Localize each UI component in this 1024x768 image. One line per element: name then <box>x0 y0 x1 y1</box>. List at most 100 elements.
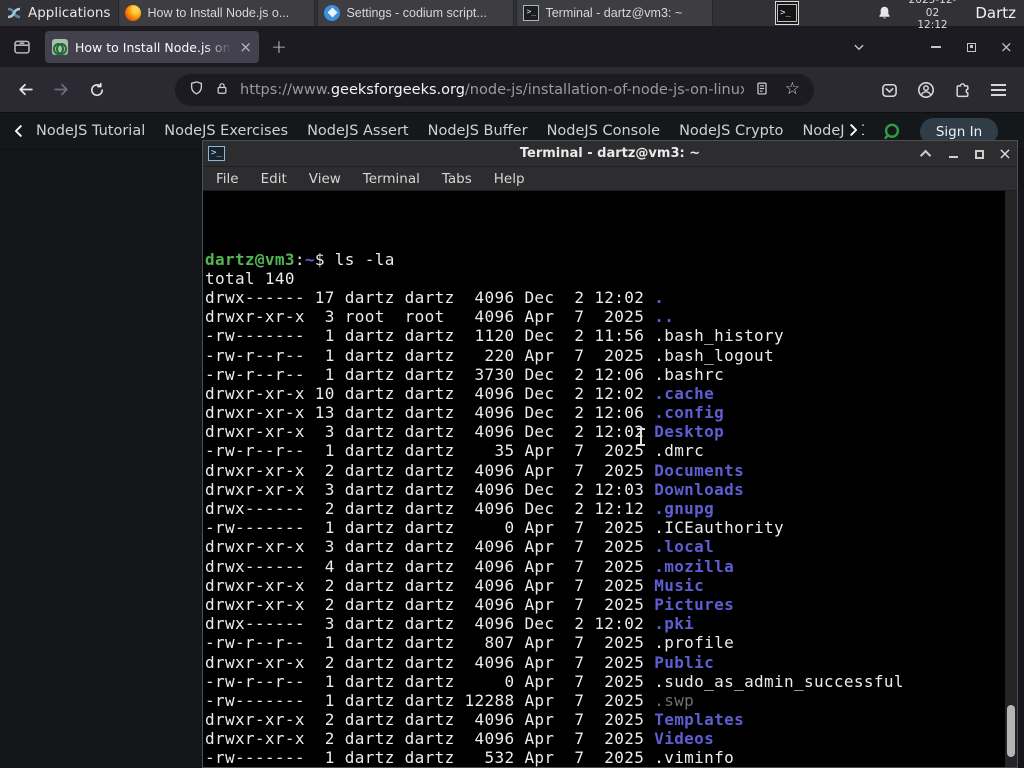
terminal-menu-item[interactable]: View <box>298 171 352 187</box>
terminal-menu-item[interactable]: Help <box>483 171 536 187</box>
geeksforgeeks-favicon <box>52 39 68 55</box>
site-nav-link[interactable]: NodeJS Console <box>547 123 661 139</box>
tab-bar: How to Install Node.js on × + × <box>0 27 1024 67</box>
nav-scroll-right-icon[interactable] <box>844 122 862 138</box>
terminal-line: -rw-r--r-- 1 dartz dartz 220 Apr 7 2025 … <box>205 345 775 365</box>
window-maximize-icon[interactable] <box>967 27 976 67</box>
terminal-icon: >_ <box>208 146 225 161</box>
firefox-view-icon[interactable] <box>13 38 31 56</box>
window-app-icon <box>523 5 540 21</box>
url-text: https://www.geeksforgeeks.org/node-js/in… <box>240 82 744 98</box>
terminal-line: -rw-r--r-- 1 dartz dartz 0 Apr 7 2025 .s… <box>205 671 904 691</box>
terminal-line: -rw------- 1 dartz dartz 0 Apr 7 2025 .I… <box>205 518 785 538</box>
terminal-line: drwxr-xr-x 2 dartz dartz 4096 Apr 7 2025… <box>205 710 745 730</box>
terminal-line: -rw-r--r-- 1 dartz dartz 807 Apr 7 2025 … <box>205 633 735 653</box>
desktop: Applications How to Install Node.js o...… <box>0 0 1024 768</box>
site-nav-link[interactable]: NodeJS Assert <box>307 123 409 139</box>
window-app-icon <box>125 5 142 21</box>
terminal-line: drwxr-xr-x 2 dartz dartz 4096 Apr 7 2025… <box>205 460 745 480</box>
terminal-line: drwxr-xr-x 3 root root 4096 Apr 7 2025 .… <box>205 307 675 327</box>
new-tab-button[interactable]: + <box>271 36 287 58</box>
terminal-close-icon[interactable]: × <box>998 146 1011 162</box>
terminal-line: dartz@vm3:~$ ls -la <box>205 249 395 269</box>
browser-toolbar: https://www.geeksforgeeks.org/node-js/in… <box>0 67 1024 113</box>
terminal-menu-item[interactable]: Tabs <box>431 171 483 187</box>
terminal-line: total 140 <box>205 268 295 288</box>
terminal-line: -rw------- 1 dartz dartz 12288 Apr 7 202… <box>205 690 695 710</box>
mouse-cursor-ibeam <box>636 428 646 446</box>
window-close-icon[interactable]: × <box>1000 27 1013 67</box>
terminal-minimize-icon[interactable] <box>947 148 959 160</box>
top-panel: Applications How to Install Node.js o...… <box>0 0 1024 31</box>
distro-logo-icon <box>6 5 22 21</box>
reader-view-icon[interactable] <box>755 81 769 100</box>
terminal-window: >_ Terminal - dartz@vm3: ~ × File Edit Vie… <box>202 140 1018 768</box>
site-nav-link[interactable]: NodeJS Tutorial <box>36 123 145 139</box>
account-icon[interactable] <box>917 67 935 113</box>
terminal-menu-item[interactable]: File <box>205 171 250 187</box>
terminal-menu-item[interactable]: Terminal <box>352 171 431 187</box>
nav-scroll-left-icon[interactable] <box>12 124 26 138</box>
terminal-line: -rw-r--r-- 1 dartz dartz 3730 Dec 2 12:0… <box>205 364 725 384</box>
system-tray: >_ 2025-12-02 12:12 Dartz <box>715 0 1024 31</box>
terminal-line: drwx------ 17 dartz dartz 4096 Dec 2 12:… <box>205 287 665 307</box>
terminal-line: drwxr-xr-x 2 dartz dartz 4096 Apr 7 2025… <box>205 594 735 614</box>
pocket-save-icon[interactable] <box>881 67 898 113</box>
shield-icon[interactable] <box>189 80 204 100</box>
applications-label: Applications <box>28 5 111 21</box>
terminal-shade-icon[interactable] <box>919 148 933 162</box>
user-name[interactable]: Dartz <box>975 4 1016 22</box>
terminal-line: drwxr-xr-x 3 dartz dartz 4096 Dec 2 12:0… <box>205 479 745 499</box>
site-nav-link[interactable]: NodeJS Buffer <box>428 123 528 139</box>
tab-close-icon[interactable]: × <box>239 39 252 55</box>
terminal-menu-item[interactable]: Edit <box>250 171 298 187</box>
terminal-line: drwxr-xr-x 2 dartz dartz 4096 Apr 7 2025… <box>205 575 705 595</box>
lock-icon[interactable] <box>215 81 229 100</box>
window-title-label: Terminal - dartz@vm3: ~ <box>545 6 683 20</box>
terminal-line: drwxr-xr-x 2 dartz dartz 4096 Apr 7 2025… <box>205 652 715 672</box>
terminal-line: -rw-r--r-- 1 dartz dartz 35 Apr 7 2025 .… <box>205 441 705 461</box>
site-nav-link[interactable]: NodeJS Crypto <box>679 123 783 139</box>
terminal-line: drwx------ 4 dartz dartz 4096 Apr 7 2025… <box>205 556 735 576</box>
terminal-tray-icon[interactable]: >_ <box>775 1 799 25</box>
terminal-line: drwx------ 2 dartz dartz 4096 Dec 2 12:1… <box>205 499 715 519</box>
clock-time: 12:12 <box>917 19 948 32</box>
terminal-line: drwxr-xr-x 13 dartz dartz 4096 Dec 2 12:… <box>205 403 725 423</box>
notification-bell-icon[interactable] <box>877 5 892 21</box>
terminal-line: drwxr-xr-x 2 dartz dartz 4096 Apr 7 2025… <box>205 729 715 749</box>
terminal-line: drwxr-xr-x 3 dartz dartz 4096 Apr 7 2025… <box>205 537 715 557</box>
list-all-tabs-icon[interactable] <box>853 27 865 67</box>
tab-title: How to Install Node.js on <box>75 39 231 55</box>
bookmark-star-icon[interactable]: ☆ <box>785 80 800 100</box>
terminal-title: Terminal - dartz@vm3: ~ <box>519 146 701 161</box>
clock[interactable]: 2025-12-02 12:12 <box>906 0 960 32</box>
taskbar-window-button[interactable]: Settings - codium script... <box>317 0 515 26</box>
taskbar-window-button[interactable]: Terminal - dartz@vm3: ~ <box>516 0 714 26</box>
taskbar-window-button[interactable]: How to Install Node.js o... <box>118 0 316 26</box>
taskbar: How to Install Node.js o... Settings - c… <box>118 0 715 26</box>
terminal-scrollbar[interactable] <box>1005 191 1017 767</box>
window-title-label: Settings - codium script... <box>346 6 487 20</box>
clock-date: 2025-12-02 <box>908 0 957 19</box>
forward-icon[interactable] <box>46 75 76 105</box>
browser-tab[interactable]: How to Install Node.js on × <box>45 31 259 63</box>
terminal-maximize-icon[interactable] <box>973 148 985 160</box>
extensions-puzzle-icon[interactable] <box>954 67 971 113</box>
window-title-label: How to Install Node.js o... <box>147 6 290 20</box>
terminal-titlebar[interactable]: >_ Terminal - dartz@vm3: ~ × <box>203 141 1017 167</box>
terminal-line: drwx------ 3 dartz dartz 4096 Dec 2 12:0… <box>205 614 695 634</box>
applications-menu[interactable]: Applications <box>0 0 118 26</box>
terminal-line: -rw------- 1 dartz dartz 1120 Dec 2 11:5… <box>205 326 785 346</box>
menu-hamburger-icon[interactable] <box>991 67 1006 113</box>
url-bar[interactable]: https://www.geeksforgeeks.org/node-js/in… <box>175 74 814 106</box>
terminal-line: drwxr-xr-x 3 dartz dartz 4096 Dec 2 12:0… <box>205 422 725 442</box>
back-icon[interactable] <box>10 75 40 105</box>
site-nav-link[interactable]: NodeJS Exercises <box>164 123 288 139</box>
window-minimize-icon[interactable] <box>931 27 941 67</box>
reload-icon[interactable] <box>82 75 112 105</box>
window-app-icon <box>324 5 341 21</box>
terminal-output[interactable]: dartz@vm3:~$ ls -la total 140 drwx------ 1… <box>203 191 1017 767</box>
terminal-menubar: File Edit View Terminal Tabs Help <box>203 167 1017 191</box>
terminal-line: -rw------- 1 dartz dartz 532 Apr 7 2025 … <box>205 748 735 767</box>
terminal-scrollbar-thumb[interactable] <box>1007 705 1015 757</box>
